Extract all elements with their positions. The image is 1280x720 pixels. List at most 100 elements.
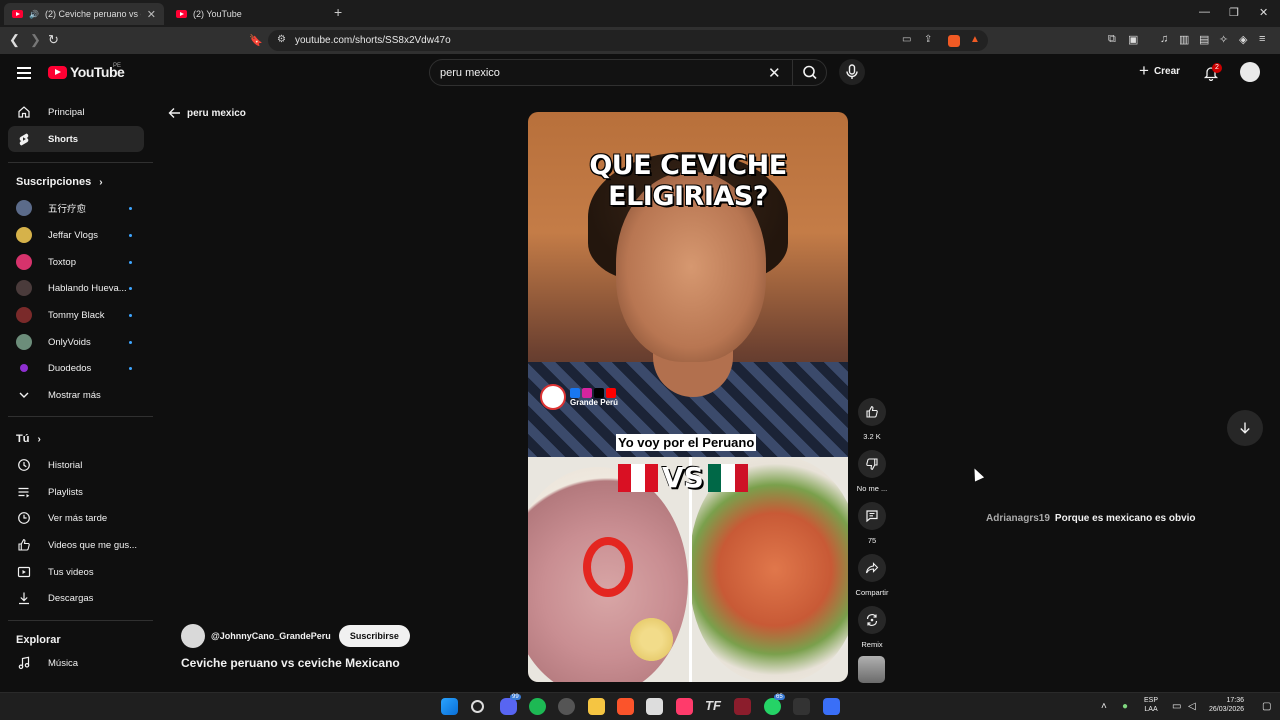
brave-browser-icon[interactable] bbox=[617, 698, 634, 715]
app-icon[interactable] bbox=[734, 698, 751, 715]
app-tf-icon[interactable]: TF bbox=[705, 698, 722, 715]
sidebar-item-subscription[interactable]: Jeffar Vlogs bbox=[8, 222, 144, 248]
tray-overflow-icon[interactable]: ˄ bbox=[1101, 701, 1107, 712]
sidebar-item-music[interactable]: Música bbox=[8, 650, 144, 676]
clear-search-icon[interactable]: ✕ bbox=[768, 64, 781, 82]
new-tab-icon[interactable]: + bbox=[334, 4, 342, 20]
video-title[interactable]: Ceviche peruano vs ceviche Mexicano bbox=[181, 656, 400, 670]
windows-start-icon[interactable] bbox=[441, 698, 458, 715]
share-page-icon[interactable]: ⇪ bbox=[924, 34, 932, 45]
comments-button[interactable]: 75 bbox=[852, 502, 892, 545]
you-heading[interactable]: Tú › bbox=[16, 433, 41, 445]
sidebar-item-subscription[interactable]: 五行疗愈 bbox=[8, 195, 144, 221]
sidebar-item-subscription[interactable]: Toxtop bbox=[8, 249, 144, 275]
url-text: youtube.com/shorts/SS8x2Vdw47o bbox=[295, 35, 451, 46]
sidebar-item-shorts[interactable]: Shorts bbox=[8, 126, 144, 152]
wallet-icon[interactable]: ▤ bbox=[1199, 33, 1209, 46]
address-bar[interactable]: ⚙ youtube.com/shorts/SS8x2Vdw47o ▭ ⇪ ▲ bbox=[268, 30, 988, 51]
sidebar-item-label: Descargas bbox=[48, 592, 94, 604]
channel-avatar[interactable] bbox=[181, 624, 205, 648]
tab-search-icon[interactable]: ▣ bbox=[1128, 33, 1138, 46]
next-short-button[interactable] bbox=[1227, 410, 1263, 446]
subscriptions-heading[interactable]: Suscripciones › bbox=[16, 176, 103, 188]
file-explorer-icon[interactable] bbox=[588, 698, 605, 715]
steam-icon[interactable] bbox=[558, 698, 575, 715]
vs-text: VS bbox=[662, 461, 704, 494]
voice-search-button[interactable] bbox=[839, 59, 865, 85]
sidebar-item-label: Playlists bbox=[48, 486, 83, 498]
spotify-icon[interactable] bbox=[529, 698, 546, 715]
dislike-button[interactable]: No me ... bbox=[852, 450, 892, 493]
discord-icon[interactable] bbox=[500, 698, 517, 715]
reload-icon[interactable]: ↻ bbox=[48, 32, 59, 48]
share-button[interactable]: Compartir bbox=[852, 554, 892, 597]
language-indicator[interactable]: ESP LAA bbox=[1144, 696, 1158, 714]
vpn-icon[interactable]: ◈ bbox=[1239, 33, 1247, 46]
chevron-down-icon bbox=[16, 387, 32, 403]
browser-tab[interactable]: (2) YouTube bbox=[168, 3, 328, 25]
tab-close-icon[interactable]: ✕ bbox=[147, 8, 156, 21]
instagram-icon bbox=[582, 387, 592, 398]
site-info-icon[interactable]: ⚙ bbox=[277, 34, 286, 45]
cast-icon[interactable]: ▭ bbox=[902, 34, 911, 45]
sidebar-item-playlists[interactable]: Playlists bbox=[8, 479, 144, 505]
minimize-icon[interactable]: — bbox=[1199, 6, 1210, 18]
tray-mic-icon[interactable]: ● bbox=[1122, 701, 1128, 712]
notifications-tray-icon[interactable]: ▢ bbox=[1262, 701, 1271, 712]
back-icon[interactable]: ❮ bbox=[9, 32, 20, 48]
sidebar-item-watch-later[interactable]: Ver más tarde bbox=[8, 505, 144, 531]
sidebar-item-subscription[interactable]: Hablando Hueva... bbox=[8, 275, 144, 301]
channel-handle[interactable]: @JohnnyCano_GrandePeru bbox=[211, 631, 331, 641]
network-icon[interactable]: ▭ bbox=[1172, 701, 1181, 712]
restore-icon[interactable]: ❐ bbox=[1229, 6, 1239, 19]
back-to-search-link[interactable]: peru mexico bbox=[168, 107, 246, 119]
media-icon[interactable]: ♫ bbox=[1160, 33, 1168, 45]
search-taskbar-icon[interactable] bbox=[471, 700, 484, 713]
remix-button[interactable]: Remix bbox=[852, 606, 892, 649]
bookmark-icon[interactable]: 🔖 bbox=[249, 34, 263, 47]
create-button[interactable]: + Crear bbox=[1139, 62, 1180, 79]
arrow-left-icon bbox=[168, 108, 180, 118]
close-window-icon[interactable]: ✕ bbox=[1259, 6, 1268, 19]
app-icon[interactable] bbox=[823, 698, 840, 715]
short-video-player[interactable]: QUE CEVICHE ELIGIRIAS? Grande Perú Yo vo… bbox=[528, 112, 848, 682]
clock[interactable]: 17:36 26/03/2026 bbox=[1209, 696, 1244, 714]
leo-ai-icon[interactable]: ✧ bbox=[1219, 33, 1228, 46]
search-button[interactable] bbox=[792, 60, 827, 85]
sidebar-item-subscription[interactable]: Duodedos bbox=[8, 355, 144, 381]
menu-icon[interactable]: ≡ bbox=[1259, 33, 1265, 45]
windows-taskbar: 99 TF 65 ˄ ● ESP LAA ▭ ◁ 17:36 26/03/202… bbox=[0, 692, 1280, 720]
account-avatar[interactable] bbox=[1240, 62, 1260, 82]
speaker-icon[interactable]: 🔊 bbox=[29, 10, 39, 19]
sidebar-item-historial[interactable]: Historial bbox=[8, 452, 144, 478]
tiktok-app-icon[interactable] bbox=[676, 698, 693, 715]
sidebar-item-principal[interactable]: Principal bbox=[8, 99, 144, 125]
dislike-button-circle bbox=[858, 450, 886, 478]
video-frame-bottom: VS bbox=[528, 457, 848, 682]
notepad-icon[interactable] bbox=[646, 698, 663, 715]
subscribe-button[interactable]: Suscribirse bbox=[338, 625, 410, 647]
sidebar-item-liked-videos[interactable]: Videos que me gus... bbox=[8, 532, 144, 558]
brave-shields-icon[interactable] bbox=[948, 35, 960, 47]
like-button[interactable]: 3.2 K bbox=[852, 398, 892, 441]
search-input[interactable]: peru mexico bbox=[440, 67, 500, 79]
davinci-icon[interactable] bbox=[793, 698, 810, 715]
sidebar-item-downloads[interactable]: Descargas bbox=[8, 585, 144, 611]
browser-tab-active[interactable]: 🔊 (2) Ceviche peruano vs cevich ✕ bbox=[4, 3, 164, 25]
forward-icon[interactable]: ❯ bbox=[30, 32, 41, 48]
sidebar-item-subscription[interactable]: OnlyVoids bbox=[8, 329, 144, 355]
hamburger-menu-icon[interactable] bbox=[17, 67, 31, 79]
extensions-icon[interactable]: ⧉ bbox=[1108, 33, 1116, 46]
download-icon bbox=[16, 590, 32, 606]
show-more-button[interactable]: Mostrar más bbox=[8, 382, 144, 408]
brave-rewards-icon[interactable]: ▲ bbox=[970, 34, 980, 45]
volume-icon[interactable]: ◁ bbox=[1188, 701, 1196, 712]
sound-thumbnail[interactable] bbox=[858, 656, 885, 683]
channel-watermark: Grande Perú bbox=[540, 384, 618, 410]
sidebar-item-subscription[interactable]: Tommy Black bbox=[8, 302, 144, 328]
whatsapp-icon[interactable] bbox=[764, 698, 781, 715]
search-box[interactable]: peru mexico ✕ bbox=[429, 59, 827, 86]
sidebar-icon[interactable]: ▥ bbox=[1179, 33, 1189, 46]
peru-flag-icon bbox=[618, 463, 658, 492]
sidebar-item-your-videos[interactable]: Tus videos bbox=[8, 559, 144, 585]
